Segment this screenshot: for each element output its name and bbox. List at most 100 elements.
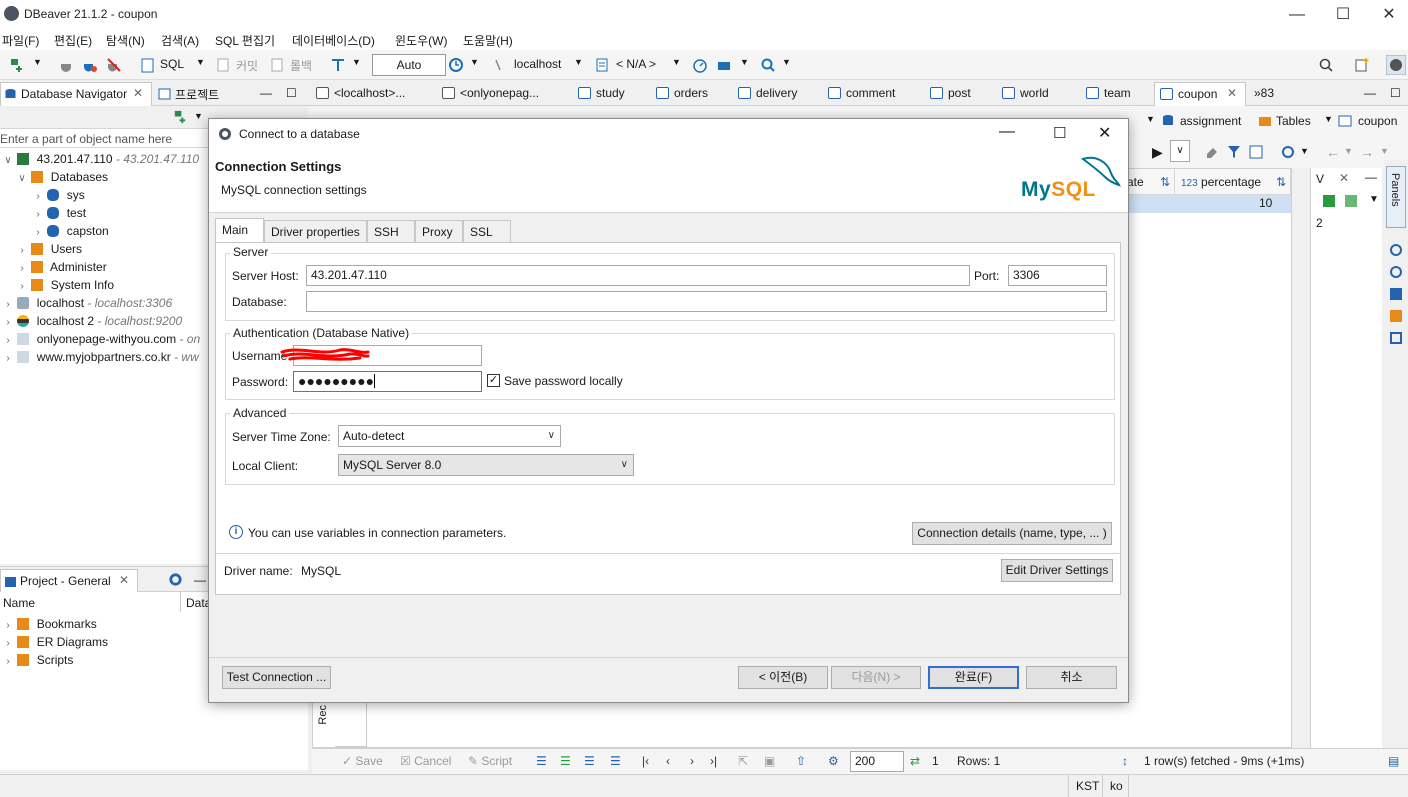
edit-driver-settings-button[interactable]: Edit Driver Settings	[1001, 559, 1113, 582]
tab-database-navigator[interactable]: Database Navigator ✕	[0, 82, 152, 106]
close-tab-icon[interactable]: ✕	[1227, 86, 1237, 100]
commit-icon[interactable]	[216, 57, 232, 73]
minimize-button[interactable]: —	[1274, 0, 1320, 30]
connect-icon[interactable]	[58, 57, 74, 73]
breadcrumb-tables[interactable]: Tables	[1276, 114, 1311, 128]
transaction-mode-dropdown-icon[interactable]: ▼	[352, 57, 361, 67]
tree-item-users[interactable]: › Users	[16, 240, 82, 258]
tree-item-test[interactable]: › test	[32, 204, 86, 222]
rollback-icon[interactable]	[270, 57, 286, 73]
tree-item-system-info[interactable]: › System Info	[16, 276, 114, 294]
back-button[interactable]: < 이전(B)	[738, 666, 828, 689]
dialog-maximize-button[interactable]: ☐	[1053, 124, 1066, 142]
tree-item-myjobpartners[interactable]: › www.myjobpartners.co.kr - ww	[2, 348, 198, 368]
close-tab-icon[interactable]: ✕	[133, 86, 143, 100]
editor-tab-coupon[interactable]: coupon ✕	[1154, 82, 1246, 106]
project-item-er-diagrams[interactable]: › ER Diagrams	[2, 633, 108, 651]
export-icon[interactable]: ⇧	[796, 754, 806, 768]
next-page-icon[interactable]: ›	[690, 754, 694, 768]
menu-search[interactable]: 검색(A)	[161, 32, 199, 49]
username-input[interactable]	[280, 345, 482, 366]
first-page-icon[interactable]: |‹	[642, 754, 649, 768]
menu-file[interactable]: 파일(F)	[2, 32, 39, 49]
save-as-icon[interactable]	[1345, 195, 1357, 207]
back-icon[interactable]: ←	[1326, 144, 1340, 160]
new-connection-icon[interactable]	[8, 57, 24, 73]
more-tabs-indicator[interactable]: »83	[1254, 86, 1274, 100]
panel-toggle-icon[interactable]: ▤	[1388, 754, 1399, 768]
invalidate-reconnect-icon[interactable]	[82, 57, 98, 73]
save-icon[interactable]	[1323, 195, 1335, 207]
dropdown-icon[interactable]: ▼	[1344, 146, 1353, 156]
dashboard-icon[interactable]	[692, 57, 708, 73]
prev-page-icon[interactable]: ‹	[666, 754, 670, 768]
filter-settings-icon[interactable]	[1248, 144, 1264, 160]
expand-icon[interactable]: ›	[2, 350, 14, 368]
minimize-view-icon[interactable]: —	[260, 86, 272, 100]
panels-toggle[interactable]: Panels	[1386, 166, 1406, 228]
cell-percentage[interactable]: 10	[1259, 196, 1272, 210]
settings-gear-icon[interactable]	[168, 572, 183, 587]
dialog-close-button[interactable]: ✕	[1098, 123, 1111, 143]
server-host-input[interactable]: 43.201.47.110	[306, 265, 970, 286]
tab-ssh[interactable]: SSH	[367, 220, 415, 242]
dialog-minimize-button[interactable]: —	[999, 123, 1015, 141]
menu-sql-editor[interactable]: SQL 편집기	[215, 32, 275, 49]
sql-editor-icon[interactable]	[140, 57, 156, 73]
filter-icon[interactable]	[1226, 144, 1242, 160]
fetch-size-input[interactable]: 200	[850, 751, 904, 772]
password-input[interactable]: ●●●●●●●●●	[293, 371, 482, 392]
save-password-label[interactable]: Save password locally	[504, 374, 623, 388]
dropdown-icon[interactable]: ▼	[1324, 114, 1333, 124]
database-input[interactable]	[306, 291, 1107, 312]
menu-database[interactable]: 데이터베이스(D)	[292, 32, 375, 49]
breadcrumb-coupon[interactable]: coupon	[1358, 114, 1397, 128]
dropdown-icon[interactable]: ▼	[1369, 194, 1379, 205]
filter-history-dropdown[interactable]: ∨	[1170, 140, 1190, 162]
editor-tab-comment[interactable]: comment	[828, 86, 895, 100]
rollback-button[interactable]: 롤백	[290, 57, 312, 74]
finish-button[interactable]: 완료(F)	[928, 666, 1019, 689]
tree-item-localhost[interactable]: › localhost - localhost:3306	[2, 294, 172, 312]
save-password-checkbox[interactable]: ✓	[487, 374, 500, 387]
column-name-header[interactable]: Name	[3, 596, 35, 610]
datasource-dropdown-icon[interactable]: ▼	[574, 57, 583, 67]
active-datasource-selector[interactable]: localhost	[514, 57, 561, 71]
add-row-icon[interactable]: ☰	[560, 754, 571, 768]
new-connection-dropdown-icon[interactable]: ▼	[33, 57, 42, 67]
tree-item-administer[interactable]: › Administer	[16, 258, 106, 276]
close-tab-icon[interactable]: ✕	[119, 573, 129, 587]
editor-tab-world[interactable]: world	[1002, 86, 1049, 100]
collapse-icon[interactable]: ∨	[16, 170, 28, 188]
editor-tab-team[interactable]: team	[1086, 86, 1131, 100]
find-dropdown-icon[interactable]: ▼	[782, 57, 791, 67]
sort-filter-icon[interactable]: ⇅	[1276, 169, 1286, 195]
project-item-scripts[interactable]: › Scripts	[2, 651, 73, 669]
tools-icon[interactable]	[716, 57, 732, 73]
minimize-view-icon[interactable]: —	[1365, 170, 1377, 184]
tree-item-sys[interactable]: › sys	[32, 186, 84, 204]
last-page-icon[interactable]: ›|	[710, 754, 717, 768]
dbeaver-perspective-icon[interactable]	[1386, 55, 1406, 75]
eraser-icon[interactable]	[1204, 144, 1220, 160]
dropdown-icon[interactable]: ▼	[1380, 146, 1389, 156]
tab-project-general[interactable]: Project - General ✕	[0, 569, 138, 593]
transaction-mode-icon[interactable]	[330, 57, 346, 73]
refresh-icon[interactable]: ⇄	[910, 754, 920, 768]
delete-row-icon[interactable]: ☰	[610, 754, 621, 768]
local-client-select[interactable]: MySQL Server 8.0 ∨	[338, 454, 634, 476]
fetch-settings-icon[interactable]: ⚙	[828, 754, 839, 768]
transaction-mode-box[interactable]: Auto	[372, 54, 446, 76]
cancel-button[interactable]: 취소	[1026, 666, 1117, 689]
sort-filter-icon[interactable]: ⇅	[1160, 169, 1170, 195]
menu-edit[interactable]: 편집(E)	[54, 32, 92, 49]
tab-project[interactable]: 프로젝트	[175, 86, 219, 103]
tree-item-connection[interactable]: ∨ 43.201.47.110 - 43.201.47.110	[2, 150, 199, 168]
value-panel-content[interactable]: 2	[1316, 216, 1323, 230]
record-mode-tab[interactable]: Rec	[317, 705, 329, 725]
tab-proxy[interactable]: Proxy	[415, 220, 463, 242]
calc-panel-icon[interactable]	[1390, 310, 1402, 322]
port-input[interactable]: 3306	[1008, 265, 1107, 286]
server-timezone-select[interactable]: Auto-detect ∨	[338, 425, 561, 447]
refresh-mode-icon[interactable]	[1280, 144, 1296, 160]
